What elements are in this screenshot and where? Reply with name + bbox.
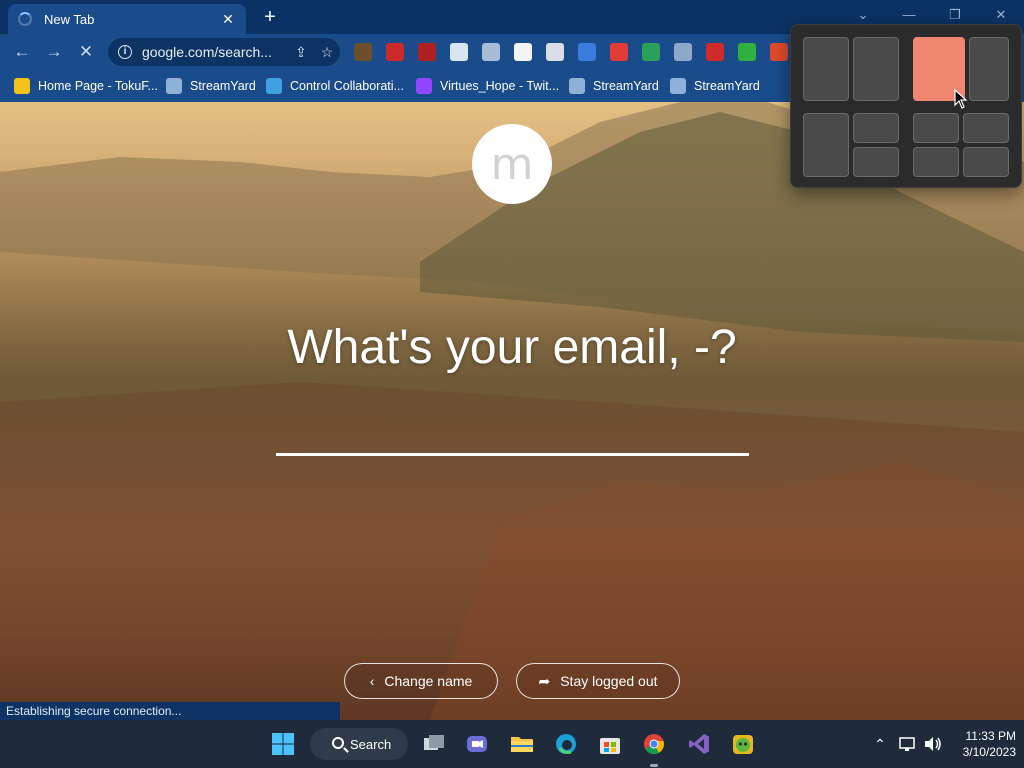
address-bar[interactable]: i google.com/search... ⇪ ☆ — [108, 38, 340, 66]
share-arrow-icon: ➦ — [538, 672, 551, 689]
email-input[interactable] — [276, 453, 749, 456]
snap-zone-top-right[interactable] — [853, 113, 899, 143]
stay-logged-out-label: Stay logged out — [560, 673, 658, 689]
extension-page-icon[interactable] — [450, 43, 468, 61]
change-name-label: Change name — [384, 673, 473, 689]
extension-flag-icon[interactable] — [770, 43, 788, 61]
bookmark-label: StreamYard — [190, 79, 256, 93]
taskbar-search[interactable]: Search — [310, 728, 408, 760]
search-label: Search — [350, 736, 392, 752]
close-window-button[interactable]: ✕ — [986, 4, 1016, 26]
tab-new-tab[interactable]: New Tab ✕ — [8, 4, 246, 34]
stay-logged-out-button[interactable]: ➦ Stay logged out — [516, 663, 680, 699]
system-clock[interactable]: 11:33 PM 3/10/2023 — [950, 728, 1016, 760]
loading-spinner-icon — [18, 12, 32, 26]
snap-zone-half-right[interactable] — [853, 37, 899, 101]
extension-tool-icon[interactable] — [674, 43, 692, 61]
search-icon — [332, 737, 344, 749]
extension-dollar-icon[interactable] — [738, 43, 756, 61]
email-prompt-heading: What's your email, -? — [287, 321, 737, 374]
extension-red-icon[interactable] — [386, 43, 404, 61]
snap-zone-bottom-right[interactable] — [853, 147, 899, 177]
bookmark-favicon-icon — [670, 78, 686, 94]
extension-red-hex-icon[interactable] — [706, 43, 724, 61]
extension-card-icon[interactable] — [514, 43, 532, 61]
bookmark-streamyard[interactable]: StreamYard — [569, 76, 659, 96]
microsoft-store-icon[interactable] — [598, 732, 622, 756]
bookmark-home-page[interactable]: Home Page - TokuF... — [14, 76, 158, 96]
bookmark-label: StreamYard — [593, 79, 659, 93]
status-bar: Establishing secure connection... — [0, 702, 340, 720]
bookmark-streamyard[interactable]: StreamYard — [670, 76, 760, 96]
share-icon[interactable]: ⇪ — [288, 44, 314, 61]
task-view-icon[interactable] — [422, 732, 446, 756]
bookmark-streamyard[interactable]: StreamYard — [166, 76, 256, 96]
volume-icon[interactable] — [923, 734, 943, 754]
extension-green-circle-icon[interactable] — [642, 43, 660, 61]
change-name-button[interactable]: ‹ Change name — [344, 663, 498, 699]
chrome-icon[interactable] — [642, 732, 666, 756]
bookmark-label: StreamYard — [694, 79, 760, 93]
stop-loading-button[interactable]: ✕ — [74, 40, 98, 64]
bookmark-favicon-icon — [14, 78, 30, 94]
bookmark-star-icon[interactable]: ☆ — [314, 44, 340, 61]
clock-time: 11:33 PM — [965, 729, 1016, 743]
tab-title: New Tab — [44, 11, 95, 27]
tray-overflow-chevron-icon[interactable]: ⌃ — [870, 720, 890, 768]
edge-browser-icon[interactable] — [554, 732, 578, 756]
minimize-button[interactable]: — — [894, 4, 924, 26]
active-app-indicator — [650, 764, 658, 767]
extension-arrows-icon[interactable] — [610, 43, 628, 61]
bookmark-favicon-icon — [266, 78, 282, 94]
file-explorer-icon[interactable] — [510, 732, 534, 756]
extension-k-icon[interactable] — [354, 43, 372, 61]
snap-zone-left-column[interactable] — [803, 113, 849, 177]
snap-zone-half-left[interactable] — [803, 37, 849, 101]
snap-layouts-flyout — [790, 24, 1022, 188]
chevron-left-icon: ‹ — [369, 673, 375, 689]
snap-zone-quad-bottom-right[interactable] — [963, 147, 1009, 177]
extension-shield-icon[interactable] — [418, 43, 436, 61]
clock-date: 3/10/2023 — [962, 745, 1016, 759]
url-text: google.com/search... — [142, 44, 272, 60]
forward-button[interactable]: → — [42, 40, 66, 64]
teams-chat-icon[interactable] — [465, 732, 489, 756]
bookmark-virtues-hope[interactable]: Virtues_Hope - Twit... — [416, 76, 559, 96]
visual-studio-icon[interactable] — [687, 732, 711, 756]
extension-id-icon[interactable] — [482, 43, 500, 61]
bookmark-label: Control Collaborati... — [290, 79, 404, 93]
mouse-pointer-icon — [954, 89, 968, 109]
network-icon[interactable] — [898, 734, 918, 754]
game-app-icon[interactable] — [731, 732, 755, 756]
momentum-logo: m — [472, 124, 552, 204]
back-button[interactable]: ← — [10, 40, 34, 64]
maximize-button[interactable]: ❐ — [940, 4, 970, 26]
snap-zone-quad-top-left[interactable] — [913, 113, 959, 143]
windows-start-icon[interactable] — [271, 732, 295, 756]
site-info-icon[interactable]: i — [118, 45, 132, 59]
snap-zone-narrow-right[interactable] — [969, 37, 1009, 101]
bookmark-favicon-icon — [569, 78, 585, 94]
tab-close-icon[interactable]: ✕ — [220, 11, 236, 28]
bookmark-label: Home Page - TokuF... — [38, 79, 158, 93]
bookmark-favicon-icon — [166, 78, 182, 94]
extension-stamp-icon[interactable] — [546, 43, 564, 61]
bookmark-control-collaboration[interactable]: Control Collaborati... — [266, 76, 404, 96]
bookmark-favicon-icon — [416, 78, 432, 94]
snap-zone-quad-bottom-left[interactable] — [913, 147, 959, 177]
tab-search-icon[interactable]: ⌄ — [848, 4, 878, 26]
new-tab-button[interactable]: + — [258, 5, 282, 29]
extension-blue-icon[interactable] — [578, 43, 596, 61]
snap-zone-quad-top-right[interactable] — [963, 113, 1009, 143]
taskbar: Search ⌃ 11:33 PM 3/10/2023 — [0, 720, 1024, 768]
bookmark-label: Virtues_Hope - Twit... — [440, 79, 560, 93]
page-content: m What's your email, -? ‹ Change name ➦ … — [0, 102, 1024, 720]
